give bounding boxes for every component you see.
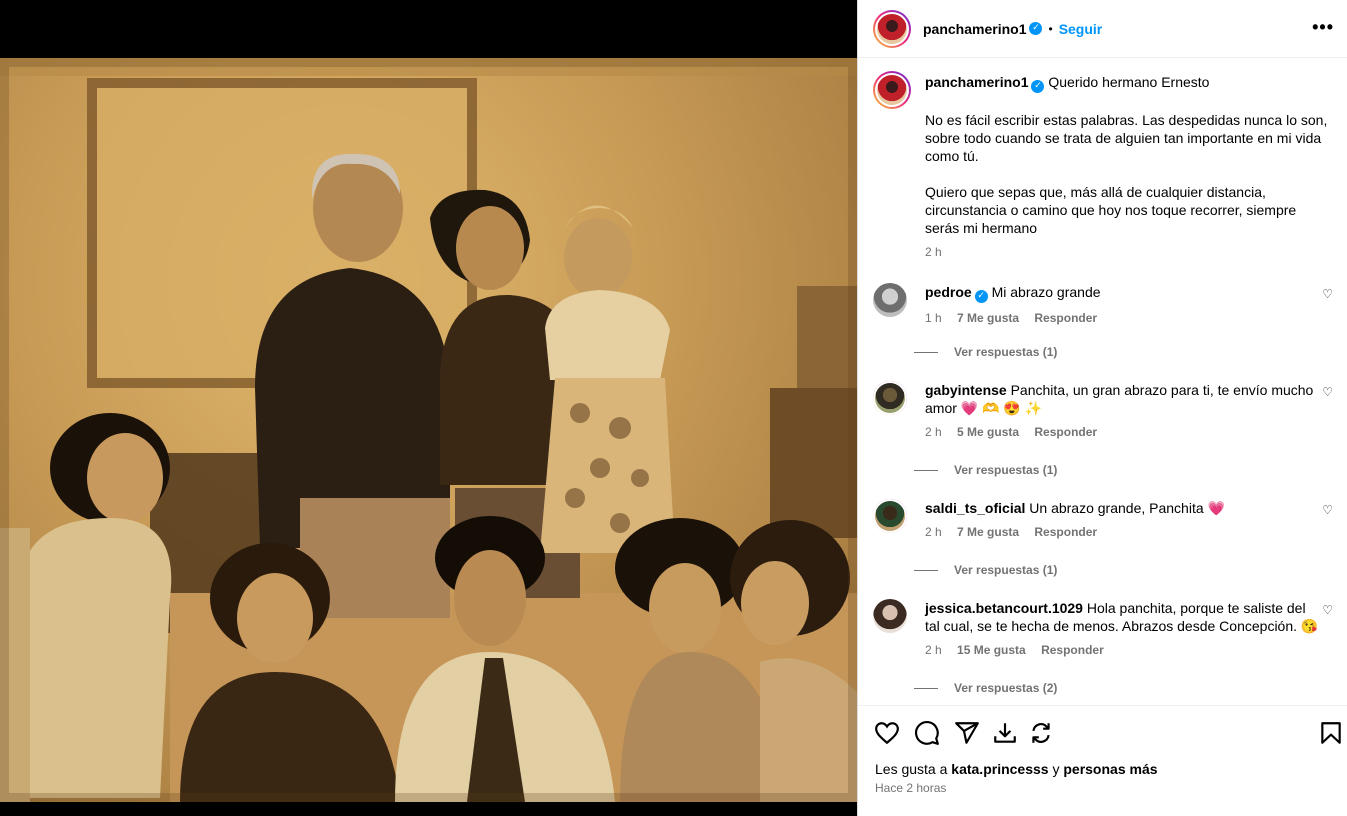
- view-replies-label: Ver respuestas (1): [954, 463, 1058, 477]
- download-icon[interactable]: [992, 720, 1018, 746]
- replies-divider: [914, 688, 938, 690]
- comment-icon[interactable]: [914, 720, 940, 746]
- replies-divider: [914, 352, 938, 354]
- caption-title: Querido hermano Ernesto: [1048, 74, 1210, 90]
- verified-badge-icon: ✓: [974, 290, 988, 303]
- comment-like-heart-icon[interactable]: ♡: [1322, 503, 1333, 517]
- share-icon[interactable]: [954, 720, 980, 746]
- view-replies-label: Ver respuestas (2): [954, 681, 1058, 695]
- commenter-username[interactable]: saldi_ts_oficial: [925, 500, 1025, 516]
- likes-user[interactable]: kata.princesss: [951, 761, 1048, 777]
- post-side-panel: panchamerino1 ✓ • Seguir ••• panchamerin…: [857, 0, 1347, 816]
- commenter-avatar[interactable]: [873, 499, 907, 533]
- view-replies-button[interactable]: Ver respuestas (1): [914, 563, 1057, 577]
- replies-divider: [914, 470, 938, 472]
- commenter-avatar[interactable]: [873, 599, 907, 633]
- view-replies-button[interactable]: Ver respuestas (1): [914, 463, 1057, 477]
- commenter-avatar[interactable]: [873, 283, 907, 317]
- caption-avatar[interactable]: [873, 71, 911, 109]
- commenter-username[interactable]: jessica.betancourt.1029: [925, 600, 1083, 616]
- view-replies-label: Ver respuestas (1): [954, 345, 1058, 359]
- repost-icon[interactable]: [1028, 720, 1054, 746]
- comment-likes[interactable]: 7 Me gusta: [957, 311, 1019, 325]
- commenter-username[interactable]: gabyintense: [925, 382, 1007, 398]
- comments-scroll-area[interactable]: panchamerino1 ✓ Querido hermano Ernesto N…: [858, 59, 1347, 705]
- likes-summary[interactable]: Les gusta a kata.princesss y personas má…: [875, 761, 1158, 777]
- view-replies-label: Ver respuestas (1): [954, 563, 1058, 577]
- reply-button[interactable]: Responder: [1041, 643, 1104, 657]
- comment-time: 1 h: [925, 311, 942, 325]
- media-area: [0, 0, 857, 816]
- posted-ago: Hace 2 horas: [875, 781, 947, 795]
- post-header: panchamerino1 ✓ • Seguir •••: [858, 0, 1347, 58]
- likes-others[interactable]: personas más: [1063, 761, 1157, 777]
- comment-likes[interactable]: 7 Me gusta: [957, 525, 1019, 539]
- comment-text: Mi abrazo grande: [991, 284, 1101, 300]
- likes-connector: y: [1052, 761, 1060, 777]
- comment-time: 2 h: [925, 643, 942, 657]
- reply-button[interactable]: Responder: [1034, 425, 1097, 439]
- caption-paragraph-2: Quiero que sepas que, más allá de cualqu…: [925, 184, 1297, 236]
- caption-paragraph-1: No es fácil escribir estas palabras. Las…: [925, 112, 1328, 164]
- comment-time: 2 h: [925, 525, 942, 539]
- comment-like-heart-icon[interactable]: ♡: [1322, 385, 1333, 399]
- replies-divider: [914, 570, 938, 572]
- verified-badge-icon: ✓: [1029, 22, 1043, 35]
- heart-icon[interactable]: [874, 720, 900, 746]
- save-icon[interactable]: [1318, 720, 1344, 746]
- view-replies-button[interactable]: Ver respuestas (2): [914, 681, 1057, 695]
- follow-button[interactable]: Seguir: [1059, 21, 1103, 37]
- comment-time: 2 h: [925, 425, 942, 439]
- comment-likes[interactable]: 15 Me gusta: [957, 643, 1026, 657]
- more-horizontal-icon[interactable]: •••: [1312, 17, 1334, 38]
- reply-button[interactable]: Responder: [1034, 311, 1097, 325]
- caption-username[interactable]: panchamerino1: [925, 74, 1028, 90]
- author-username[interactable]: panchamerino1: [923, 21, 1026, 37]
- comment-like-heart-icon[interactable]: ♡: [1322, 603, 1333, 617]
- caption-time: 2 h: [925, 245, 942, 259]
- commenter-avatar[interactable]: [873, 381, 907, 415]
- post-action-bar: [858, 705, 1347, 755]
- post-photo[interactable]: [0, 58, 857, 802]
- comment-likes[interactable]: 5 Me gusta: [957, 425, 1019, 439]
- comment-like-heart-icon[interactable]: ♡: [1322, 287, 1333, 301]
- likes-prefix: Les gusta a: [875, 761, 948, 777]
- view-replies-button[interactable]: Ver respuestas (1): [914, 345, 1057, 359]
- verified-badge-icon: ✓: [1031, 80, 1045, 93]
- commenter-username[interactable]: pedroe: [925, 284, 972, 300]
- reply-button[interactable]: Responder: [1034, 525, 1097, 539]
- comment-text: Un abrazo grande, Panchita 💗: [1029, 500, 1225, 516]
- instagram-post-view: panchamerino1 ✓ • Seguir ••• panchamerin…: [0, 0, 1347, 816]
- separator-dot: •: [1048, 21, 1053, 36]
- author-avatar[interactable]: [873, 9, 911, 48]
